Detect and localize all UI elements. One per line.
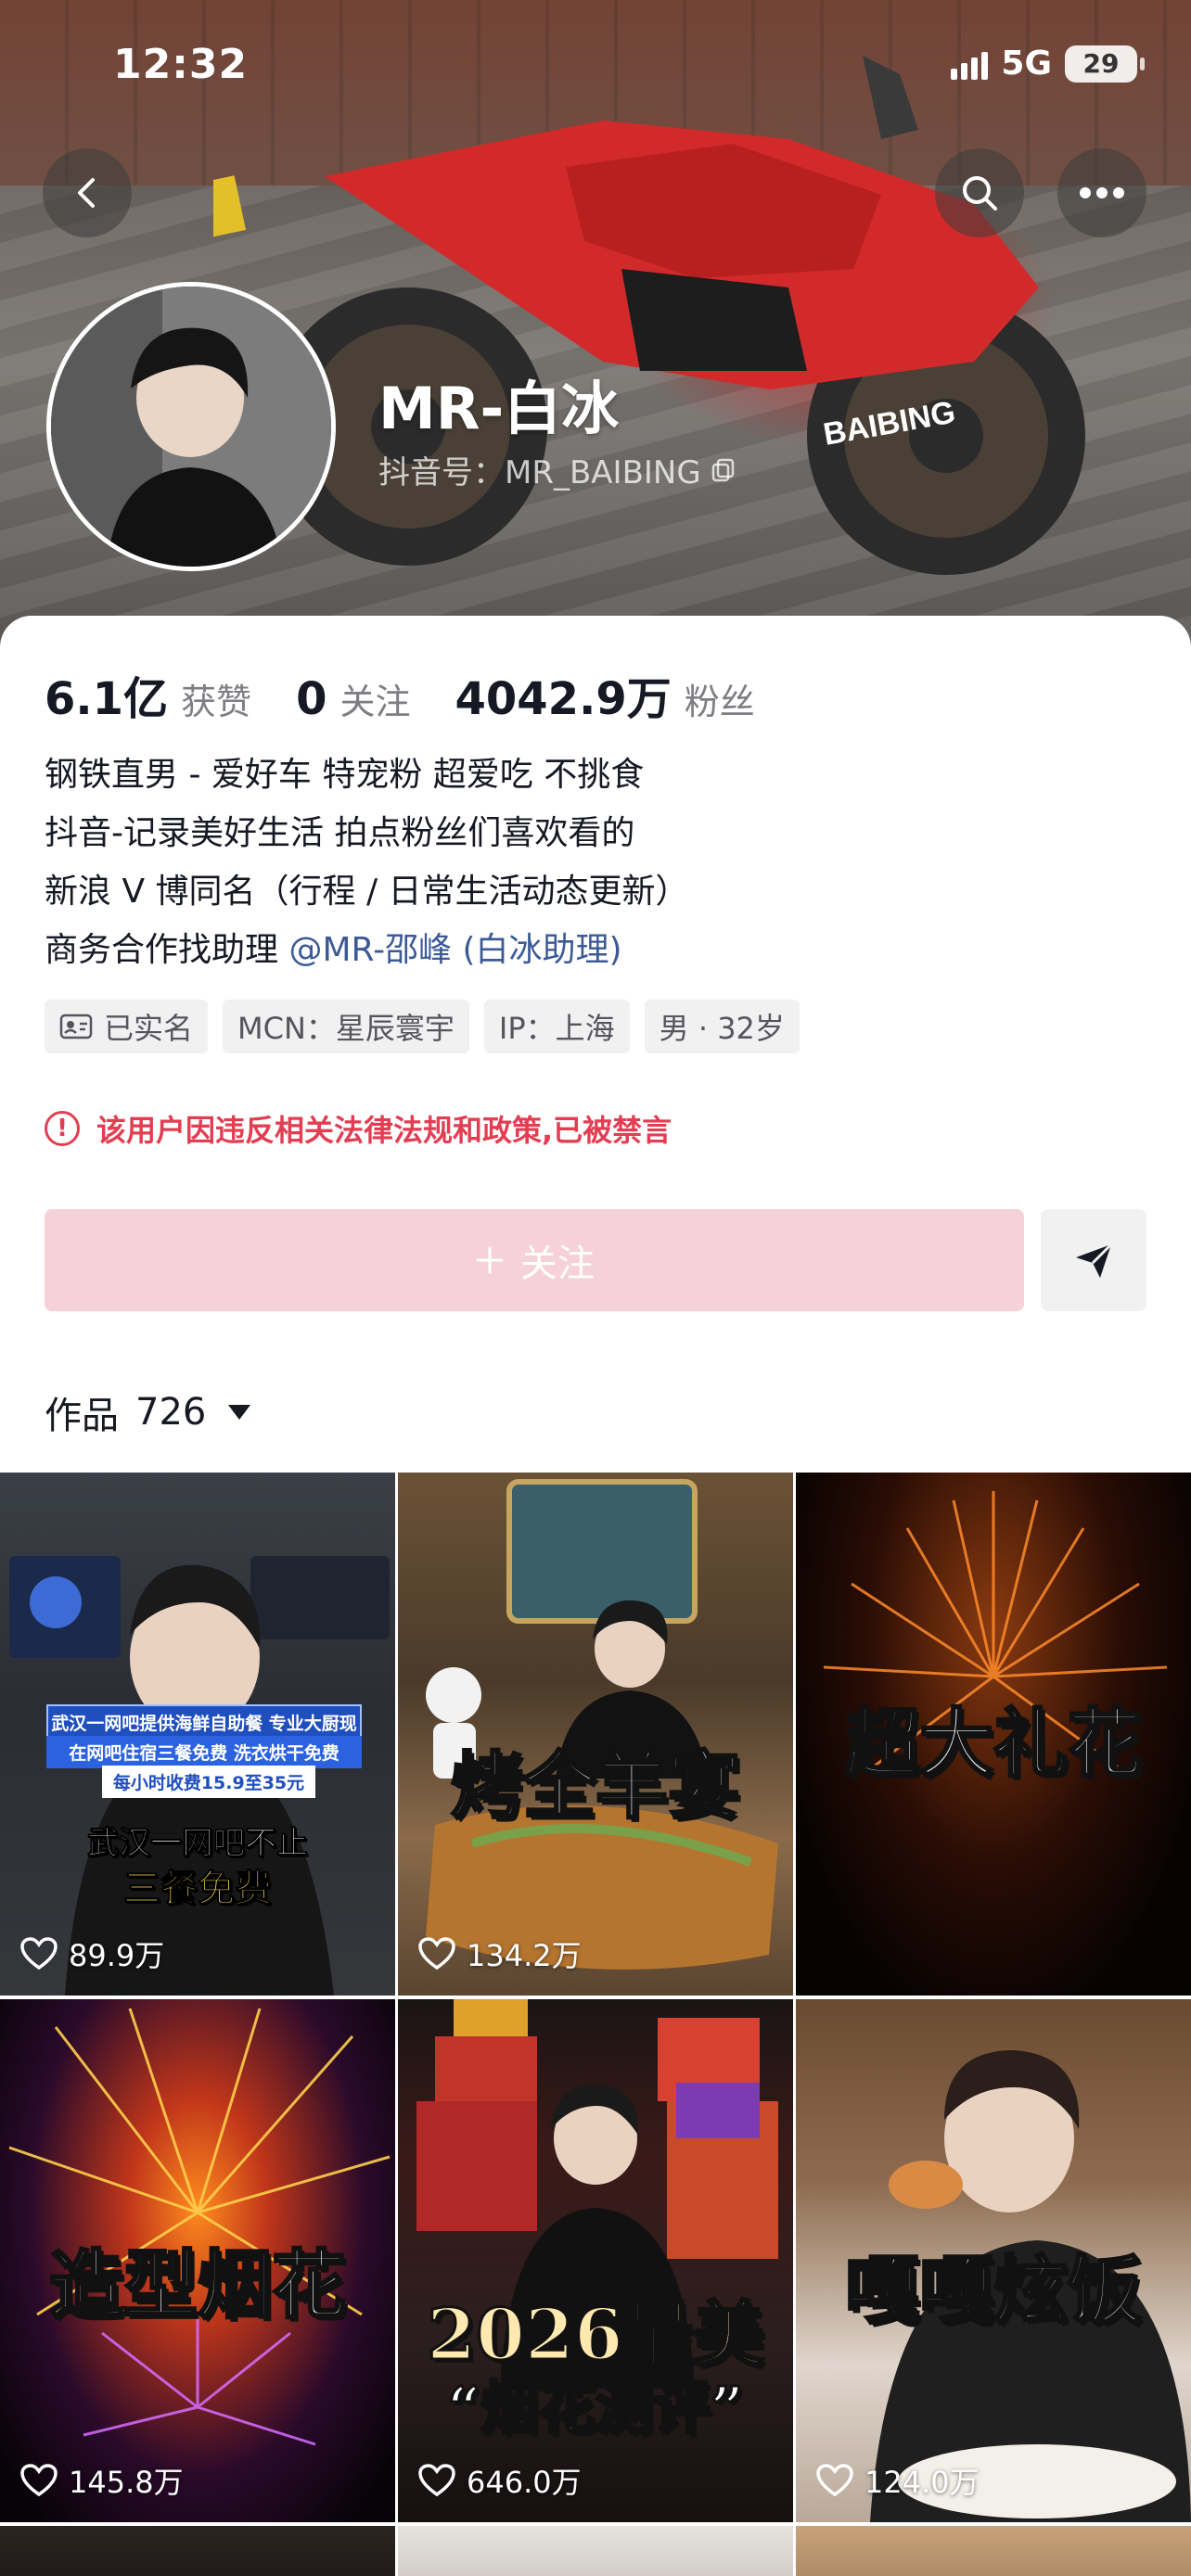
profile-stats: 6.1亿 获赞 0 关注 4042.9万 粉丝 bbox=[45, 662, 800, 727]
profile-bio: 钢铁直男 - 爱好车 特宠粉 超爱吃 不挑食 抖音-记录美好生活 拍点粉丝们喜欢… bbox=[45, 746, 1139, 979]
douyin-id-text: 抖音号：MR_BAIBING bbox=[378, 454, 701, 491]
video-grid: 武汉一网吧提供海鲜自助餐 专业大厨现做 在网吧住宿三餐免费 洗衣烘干免费 每小时… bbox=[0, 1473, 1191, 2576]
heart-icon bbox=[816, 2464, 853, 2497]
video-tile[interactable] bbox=[0, 2526, 395, 2576]
back-button[interactable] bbox=[43, 148, 132, 237]
follow-button-label: 关注 bbox=[520, 1243, 595, 1285]
share-icon bbox=[1076, 1243, 1113, 1278]
more-button[interactable] bbox=[1057, 148, 1146, 237]
tag-label: IP：上海 bbox=[498, 1011, 615, 1046]
heart-icon bbox=[20, 1937, 58, 1970]
news-banner: 在网吧住宿三餐免费 洗衣烘干免费 bbox=[46, 1736, 362, 1768]
video-tile[interactable]: 2026最美 “烟花测评” 646.0万 bbox=[398, 1999, 793, 2522]
works-label: 作品 bbox=[45, 1395, 119, 1437]
like-count: 124.0万 bbox=[864, 2465, 980, 2500]
stat-label: 关注 bbox=[339, 682, 411, 722]
tag-ip: IP：上海 bbox=[483, 1000, 630, 1053]
bio-line: 新浪 V 博同名（行程 / 日常生活动态更新） bbox=[45, 873, 689, 911]
stat-label: 粉丝 bbox=[684, 682, 755, 722]
signal-icon bbox=[951, 48, 989, 80]
warning-icon: ! bbox=[45, 1111, 80, 1146]
battery-icon: 29 bbox=[1065, 45, 1145, 83]
motorcycle-cover-image: BAIBING bbox=[213, 56, 1085, 575]
stat-value: 6.1亿 bbox=[45, 673, 169, 725]
like-count: 646.0万 bbox=[467, 2465, 582, 2500]
video-caption: 武汉一网吧不止 bbox=[87, 1825, 309, 1863]
back-icon bbox=[78, 178, 95, 208]
tag-label: MCN：星辰寰宇 bbox=[237, 1011, 455, 1046]
video-likes: 124.0万 bbox=[816, 2459, 980, 2502]
video-caption: “烟花测评” bbox=[446, 2373, 745, 2443]
stat-value: 4042.9万 bbox=[455, 673, 672, 725]
video-likes: 145.8万 bbox=[20, 2459, 184, 2502]
tag-gender-age: 男 · 32岁 bbox=[644, 1000, 800, 1053]
bio-line-text: 商务合作找助理 bbox=[45, 931, 289, 969]
profile-cover: BAIBING 12:32 5G 29 MR-白冰 抖音号：MR_BAIBING bbox=[0, 0, 1191, 649]
heart-icon bbox=[418, 1937, 455, 1970]
video-caption: 烤全羊宴 bbox=[449, 1743, 741, 1830]
profile-sheet: 6.1亿 获赞 0 关注 4042.9万 粉丝 钢铁直男 - 爱好车 特宠粉 超… bbox=[0, 616, 1191, 2576]
like-count: 145.8万 bbox=[69, 2465, 184, 2500]
video-tile[interactable]: 武汉一网吧提供海鲜自助餐 专业大厨现做 在网吧住宿三餐免费 洗衣烘干免费 每小时… bbox=[0, 1473, 395, 1996]
id-card-icon bbox=[59, 1014, 93, 1039]
network-type: 5G bbox=[1001, 45, 1052, 83]
tag-label: 男 · 32岁 bbox=[659, 1011, 785, 1046]
video-tile[interactable] bbox=[398, 2526, 793, 2576]
stat-value: 0 bbox=[296, 673, 327, 725]
search-button[interactable] bbox=[935, 148, 1024, 237]
video-caption: 嘎嘎炫饭 bbox=[844, 2246, 1144, 2336]
ban-notice-text: 该用户因违反相关法律法规和政策,已被禁言 bbox=[96, 1113, 672, 1148]
status-indicators: 5G 29 bbox=[951, 45, 1145, 83]
profile-tags: 已实名 MCN：星辰寰宇 IP：上海 男 · 32岁 bbox=[45, 1000, 800, 1053]
stat-followers[interactable]: 4042.9万 粉丝 bbox=[455, 662, 754, 727]
stat-following[interactable]: 0 关注 bbox=[296, 673, 410, 725]
video-tile[interactable]: 造型烟花 145.8万 bbox=[0, 1999, 395, 2522]
video-caption: 三餐免费 bbox=[123, 1868, 273, 1911]
like-count: 89.9万 bbox=[69, 1938, 165, 1973]
ban-notice: ! 该用户因违反相关法律法规和政策,已被禁言 bbox=[45, 1107, 672, 1150]
bio-line: 商务合作找助理 @MR-邵峰 (白冰助理) bbox=[45, 921, 1139, 979]
follow-button[interactable]: 关注 bbox=[45, 1209, 1024, 1311]
assistant-mention-link[interactable]: @MR-邵峰 (白冰助理) bbox=[288, 931, 621, 969]
tag-label: 已实名 bbox=[104, 1011, 194, 1046]
heart-icon bbox=[20, 2464, 58, 2497]
send-message-button[interactable] bbox=[1041, 1209, 1146, 1311]
video-likes: 134.2万 bbox=[418, 1932, 582, 1975]
tag-verified[interactable]: 已实名 bbox=[45, 1000, 209, 1053]
avatar[interactable] bbox=[46, 282, 336, 571]
video-likes: 646.0万 bbox=[418, 2459, 582, 2502]
profile-name: MR-白冰 bbox=[378, 375, 620, 442]
video-tile[interactable]: 烤全羊宴 134.2万 bbox=[398, 1473, 793, 1996]
avatar-portrait bbox=[51, 287, 331, 567]
works-tab[interactable]: 作品 726 bbox=[45, 1385, 251, 1439]
more-icon bbox=[1080, 187, 1124, 198]
plus-icon bbox=[476, 1246, 504, 1274]
bio-line: 钢铁直男 - 爱好车 特宠粉 超爱吃 不挑食 bbox=[45, 756, 645, 794]
news-banner: 每小时收费15.9至35元 bbox=[102, 1766, 315, 1798]
stat-label: 获赞 bbox=[181, 682, 252, 722]
status-time: 12:32 bbox=[113, 41, 249, 88]
douyin-id[interactable]: 抖音号：MR_BAIBING bbox=[378, 447, 736, 492]
dropdown-icon bbox=[228, 1405, 251, 1420]
video-caption: 超大礼花 bbox=[844, 1699, 1144, 1789]
stat-likes[interactable]: 6.1亿 获赞 bbox=[45, 662, 251, 727]
like-count: 134.2万 bbox=[467, 1938, 582, 1973]
video-likes: 89.9万 bbox=[20, 1932, 164, 1975]
copy-icon[interactable] bbox=[711, 457, 736, 483]
search-icon bbox=[963, 176, 997, 210]
bio-line: 抖音-记录美好生活 拍点粉丝们喜欢看的 bbox=[45, 814, 635, 852]
video-tile[interactable] bbox=[796, 2526, 1191, 2576]
tag-mcn[interactable]: MCN：星辰寰宇 bbox=[223, 1000, 469, 1053]
video-tile[interactable]: 嘎嘎炫饭 124.0万 bbox=[796, 1999, 1191, 2522]
works-count: 726 bbox=[135, 1391, 207, 1434]
video-tile[interactable]: 超大礼花 bbox=[796, 1473, 1191, 1996]
heart-icon bbox=[418, 2464, 455, 2497]
video-caption: 造型烟花 bbox=[48, 2240, 348, 2330]
